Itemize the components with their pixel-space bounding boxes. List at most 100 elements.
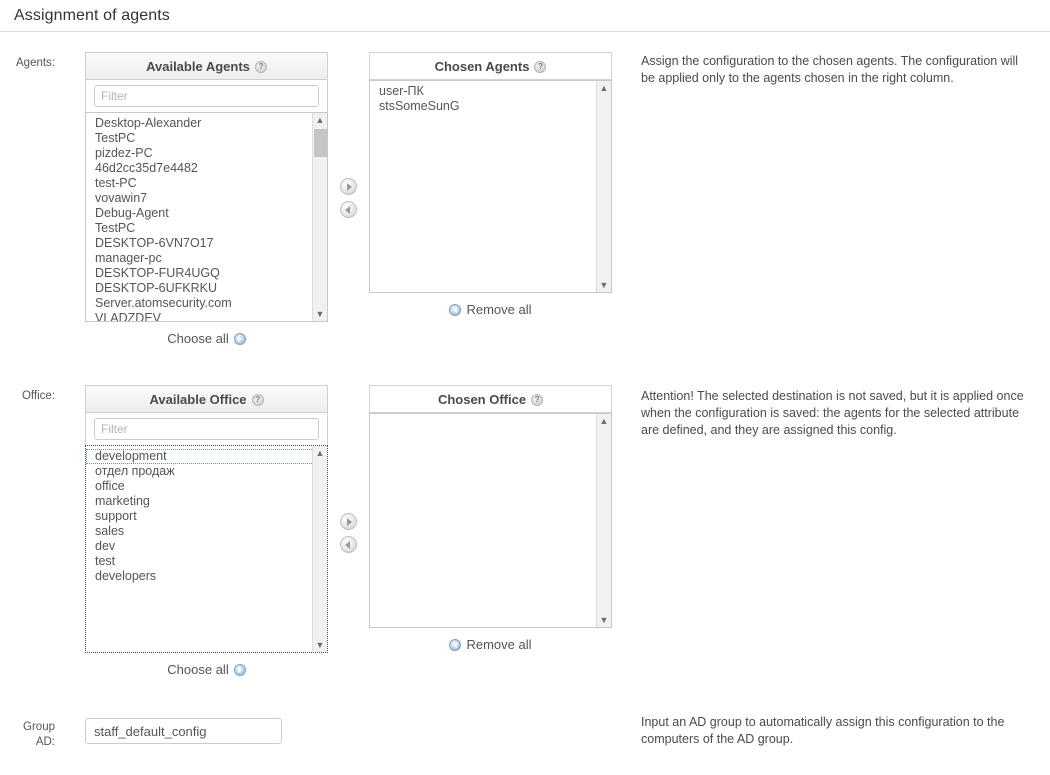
list-item[interactable]: vovawin7	[86, 191, 327, 206]
list-item[interactable]: TestPC	[86, 221, 327, 236]
scroll-down-icon[interactable]: ▼	[597, 613, 611, 627]
list-item[interactable]: Server.atomsecurity.com	[86, 296, 327, 311]
available-office-panel: Available Office ? development отдел про…	[85, 385, 328, 653]
choose-all-agents-link[interactable]: Choose all	[167, 331, 246, 346]
available-agents-listbox[interactable]: Desktop-Alexander TestPC pizdez-PC 46d2c…	[85, 112, 328, 322]
scroll-down-icon[interactable]: ▼	[313, 638, 327, 652]
available-agents-title: Available Agents	[146, 58, 250, 74]
chosen-office-scrollbar[interactable]: ▲ ▼	[596, 414, 611, 627]
office-dual-list: Available Office ? development отдел про…	[85, 385, 612, 677]
scroll-up-icon[interactable]: ▲	[597, 414, 611, 428]
list-item[interactable]: Desktop-Alexander	[86, 116, 327, 131]
chosen-agents-scrollbar[interactable]: ▲ ▼	[596, 81, 611, 292]
chosen-agents-title: Chosen Agents	[434, 58, 530, 74]
office-section: Office: Available Office ? development о…	[0, 385, 612, 677]
list-item[interactable]: manager-pc	[86, 251, 327, 266]
remove-all-agents-label: Remove all	[466, 302, 532, 317]
available-agents-filter-wrap	[85, 80, 328, 112]
add-agent-button[interactable]	[340, 178, 357, 195]
chosen-agents-listbox[interactable]: user-ПК stsSomeSunG ▲ ▼	[369, 80, 612, 293]
available-agents-filter-input[interactable]	[94, 85, 319, 107]
available-agents-list: Desktop-Alexander TestPC pizdez-PC 46d2c…	[86, 113, 327, 321]
scroll-down-icon[interactable]: ▼	[597, 278, 611, 292]
office-transfer-buttons	[340, 513, 357, 553]
group-ad-label-line2: AD:	[35, 736, 55, 748]
office-row-label: Office:	[21, 390, 55, 402]
help-icon[interactable]: ?	[254, 61, 267, 73]
group-ad-label: Group AD:	[0, 718, 55, 750]
list-item[interactable]: dev	[86, 539, 327, 554]
list-item[interactable]: test-PC	[86, 176, 327, 191]
list-item[interactable]: pizdez-PC	[86, 146, 327, 161]
list-item[interactable]: user-ПК	[370, 84, 611, 99]
list-item[interactable]: sales	[86, 524, 327, 539]
scroll-up-icon[interactable]: ▲	[313, 446, 327, 460]
available-agents-panel: Available Agents ? Desktop-Alexander Tes…	[85, 52, 328, 322]
list-item[interactable]: office	[86, 479, 327, 494]
scroll-up-icon[interactable]: ▲	[313, 113, 327, 127]
agents-row-label: Agents:	[16, 57, 55, 69]
chosen-agents-header: Chosen Agents ?	[369, 52, 612, 80]
agents-transfer-buttons	[340, 178, 357, 218]
arrow-right-circle-icon	[233, 332, 246, 345]
remove-agent-button[interactable]	[340, 201, 357, 218]
list-item[interactable]: DESKTOP-6UFKRKU	[86, 281, 327, 296]
available-office-header: Available Office ?	[85, 385, 328, 413]
office-hint-text: Attention! The selected destination is n…	[641, 389, 1024, 437]
available-office-scrollbar[interactable]: ▲ ▼	[312, 446, 327, 652]
chosen-agents-panel: Chosen Agents ? user-ПК stsSomeSunG ▲ ▼	[369, 52, 612, 293]
chosen-agents-list: user-ПК stsSomeSunG	[370, 81, 611, 114]
remove-all-agents-link[interactable]: Remove all	[449, 302, 532, 317]
chosen-office-panel: Chosen Office ? ▲ ▼	[369, 385, 612, 628]
group-ad-hint-text: Input an AD group to automatically assig…	[641, 715, 1005, 746]
available-office-filter-wrap	[85, 413, 328, 445]
agents-hint-text: Assign the configuration to the chosen a…	[641, 54, 1019, 85]
list-item[interactable]: developers	[86, 569, 327, 584]
choose-all-agents-label: Choose all	[167, 331, 229, 346]
list-item[interactable]: Debug-Agent	[86, 206, 327, 221]
agents-section: Agents: Available Agents ? Desktop-Alexa…	[0, 52, 612, 346]
list-item[interactable]: DESKTOP-FUR4UGQ	[86, 266, 327, 281]
group-ad-row: Group AD:	[0, 718, 282, 750]
scroll-up-icon[interactable]: ▲	[597, 81, 611, 95]
choose-all-office-label: Choose all	[167, 662, 229, 677]
available-office-listbox[interactable]: development отдел продаж office marketin…	[85, 445, 328, 653]
help-icon[interactable]: ?	[534, 61, 547, 73]
available-agents-scrollbar[interactable]: ▲ ▼	[312, 113, 327, 321]
list-item[interactable]: support	[86, 509, 327, 524]
chosen-office-title: Chosen Office	[437, 391, 527, 407]
arrow-left-circle-icon	[449, 638, 462, 651]
remove-all-office-link[interactable]: Remove all	[449, 637, 532, 652]
available-office-filter-input[interactable]	[94, 418, 319, 440]
list-item[interactable]: test	[86, 554, 327, 569]
list-item[interactable]: 46d2cc35d7e4482	[86, 161, 327, 176]
available-agents-column: Available Agents ? Desktop-Alexander Tes…	[85, 52, 328, 346]
group-ad-input[interactable]	[85, 718, 282, 744]
arrow-left-circle-icon	[449, 303, 462, 316]
scrollbar-thumb[interactable]	[314, 129, 327, 157]
list-item[interactable]: stsSomeSunG	[370, 99, 611, 114]
choose-all-office-link[interactable]: Choose all	[167, 662, 246, 677]
add-office-button[interactable]	[340, 513, 357, 530]
list-item[interactable]: development	[86, 449, 326, 464]
list-item[interactable]: отдел продаж	[86, 464, 327, 479]
scroll-down-icon[interactable]: ▼	[313, 307, 327, 321]
chosen-office-column: Chosen Office ? ▲ ▼ Remove all	[369, 385, 612, 652]
page-header: Assignment of agents	[0, 0, 1050, 32]
available-office-column: Available Office ? development отдел про…	[85, 385, 328, 677]
list-item[interactable]: marketing	[86, 494, 327, 509]
remove-office-button[interactable]	[340, 536, 357, 553]
chosen-agents-column: Chosen Agents ? user-ПК stsSomeSunG ▲ ▼	[369, 52, 612, 317]
list-item[interactable]: DESKTOP-6VN7O17	[86, 236, 327, 251]
list-item[interactable]: TestPC	[86, 131, 327, 146]
chosen-office-list	[370, 414, 611, 417]
available-office-title: Available Office	[149, 391, 247, 407]
available-agents-header: Available Agents ?	[85, 52, 328, 80]
list-item[interactable]: VLADZDEV	[86, 311, 327, 321]
group-ad-label-line1: Group	[23, 721, 55, 733]
page-title: Assignment of agents	[14, 6, 170, 24]
agents-dual-list: Available Agents ? Desktop-Alexander Tes…	[85, 52, 612, 346]
chosen-office-listbox[interactable]: ▲ ▼	[369, 413, 612, 628]
help-icon[interactable]: ?	[251, 394, 264, 406]
help-icon[interactable]: ?	[531, 394, 544, 406]
